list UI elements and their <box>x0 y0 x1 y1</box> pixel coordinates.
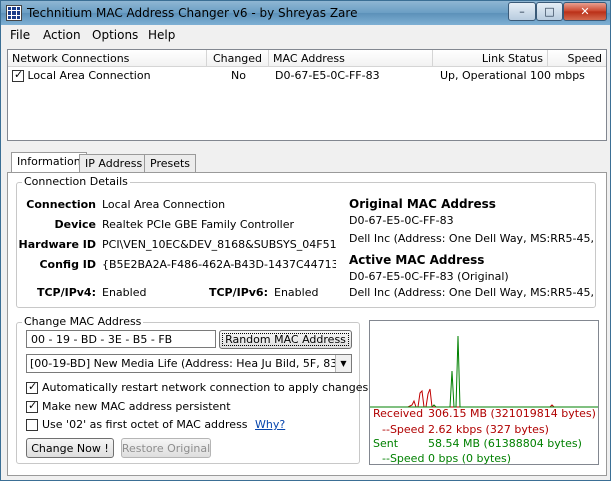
received-value: 306.15 MB (321019814 bytes) <box>428 407 596 420</box>
sent-value: 58.54 MB (61388804 bytes) <box>428 437 582 450</box>
title-bar[interactable]: Technitium MAC Address Changer v6 - by S… <box>1 1 610 25</box>
menu-help[interactable]: Help <box>148 28 175 42</box>
close-button[interactable]: ✕ <box>563 2 607 21</box>
column-link-status[interactable]: Link Status <box>433 50 548 67</box>
connection-details-legend: Connection Details <box>22 175 130 188</box>
app-logo-icon <box>6 5 22 21</box>
auto-restart-label: Automatically restart network connection… <box>42 381 369 394</box>
received-label: Received <box>373 407 424 420</box>
active-mac-value: D0-67-E5-0C-FF-83 (Original) <box>349 270 509 283</box>
config-id-label: Config ID <box>39 258 96 271</box>
sent-label: Sent <box>373 437 399 450</box>
network-connections-list[interactable]: Network Connections Changed MAC Address … <box>7 49 607 141</box>
active-mac-vendor: Dell Inc (Address: One Dell Way, MS:RR5-… <box>349 286 594 299</box>
vendor-select[interactable]: [00-19-BD] New Media Life (Address: Hea … <box>26 354 352 373</box>
connection-speed: 100 mbps <box>530 69 585 82</box>
column-changed[interactable]: Changed <box>207 50 269 67</box>
tcpipv4-value: Enabled <box>102 286 147 299</box>
auto-restart-checkbox[interactable] <box>26 380 38 394</box>
first-octet-checkbox[interactable] <box>26 419 38 431</box>
persistent-option[interactable]: Make new MAC address persistent <box>26 399 231 413</box>
menu-action[interactable]: Action <box>43 28 81 42</box>
device-label: Device <box>54 218 96 231</box>
first-octet-label: Use '02' as first octet of MAC address <box>42 418 248 431</box>
app-window: Technitium MAC Address Changer v6 - by S… <box>0 0 611 481</box>
tab-ip-address[interactable]: IP Address <box>79 154 149 173</box>
original-mac-value: D0-67-E5-0C-FF-83 <box>349 214 454 227</box>
why-link[interactable]: Why? <box>255 418 285 431</box>
config-id-value: {B5E2BA2A-F486-462A-B43D-1437C4471377} <box>102 258 336 271</box>
connection-name: Local Area Connection <box>27 69 151 82</box>
connection-changed: No <box>231 69 246 82</box>
original-mac-vendor: Dell Inc (Address: One Dell Way, MS:RR5-… <box>349 232 594 245</box>
hardware-id-value: PCI\VEN_10EC&DEV_8168&SUBSYS_04F5102 <box>102 238 336 251</box>
vendor-select-value: [00-19-BD] New Media Life (Address: Hea … <box>30 357 352 370</box>
tab-information[interactable]: Information <box>11 152 87 173</box>
change-mac-legend: Change MAC Address <box>22 315 144 328</box>
active-mac-title: Active MAC Address <box>349 253 485 267</box>
auto-restart-option[interactable]: Automatically restart network connection… <box>26 380 369 394</box>
device-value: Realtek PCIe GBE Family Controller <box>102 218 295 231</box>
connection-link-status: Up, Operational <box>440 69 527 82</box>
original-mac-title: Original MAC Address <box>349 197 496 211</box>
table-row[interactable]: Local Area Connection No D0-67-E5-0C-FF-… <box>8 68 606 85</box>
sent-speed-label: --Speed <box>382 452 425 465</box>
connection-label: Connection <box>26 198 96 211</box>
menu-options[interactable]: Options <box>92 28 138 42</box>
maximize-button[interactable]: □ <box>536 2 563 21</box>
window-title: Technitium MAC Address Changer v6 - by S… <box>27 6 358 20</box>
column-mac-address[interactable]: MAC Address <box>269 50 433 67</box>
column-speed[interactable]: Speed <box>548 50 606 67</box>
tab-presets[interactable]: Presets <box>144 154 197 173</box>
sent-series-line <box>370 335 598 408</box>
received-speed-value: 2.62 kbps (327 bytes) <box>428 423 549 436</box>
change-now-button[interactable]: Change Now ! <box>26 438 114 458</box>
hardware-id-label: Hardware ID <box>18 238 96 251</box>
received-series-line <box>370 388 598 408</box>
list-header: Network Connections Changed MAC Address … <box>8 50 606 67</box>
connection-checkbox-cell[interactable]: Local Area Connection <box>12 68 151 82</box>
information-panel: Connection Details Connection Local Area… <box>7 172 607 476</box>
menu-bar: File Action Options Help <box>1 25 610 45</box>
chevron-down-icon[interactable]: ▼ <box>335 355 351 372</box>
persistent-label: Make new MAC address persistent <box>42 400 231 413</box>
connection-checkbox[interactable] <box>12 68 24 82</box>
received-speed-label: --Speed <box>382 423 425 436</box>
first-octet-option[interactable]: Use '02' as first octet of MAC address W… <box>26 418 285 431</box>
connection-mac: D0-67-E5-0C-FF-83 <box>275 69 380 82</box>
minimize-button[interactable]: – <box>508 2 536 21</box>
column-network-connections[interactable]: Network Connections <box>8 50 207 67</box>
tcpipv4-label: TCP/IPv4: <box>36 286 96 299</box>
tcpipv6-label: TCP/IPv6: <box>208 286 268 299</box>
traffic-graph-plot <box>370 335 598 408</box>
sent-speed-value: 0 bps (0 bytes) <box>428 452 512 465</box>
mac-address-input[interactable]: 00 - 19 - BD - 3E - B5 - FB <box>26 330 216 348</box>
random-mac-button[interactable]: Random MAC Address <box>219 330 352 349</box>
tcpipv6-value: Enabled <box>274 286 319 299</box>
connection-value: Local Area Connection <box>102 198 226 211</box>
persistent-checkbox[interactable] <box>26 399 38 413</box>
menu-file[interactable]: File <box>10 28 30 42</box>
restore-original-button[interactable]: Restore Original <box>121 438 211 458</box>
